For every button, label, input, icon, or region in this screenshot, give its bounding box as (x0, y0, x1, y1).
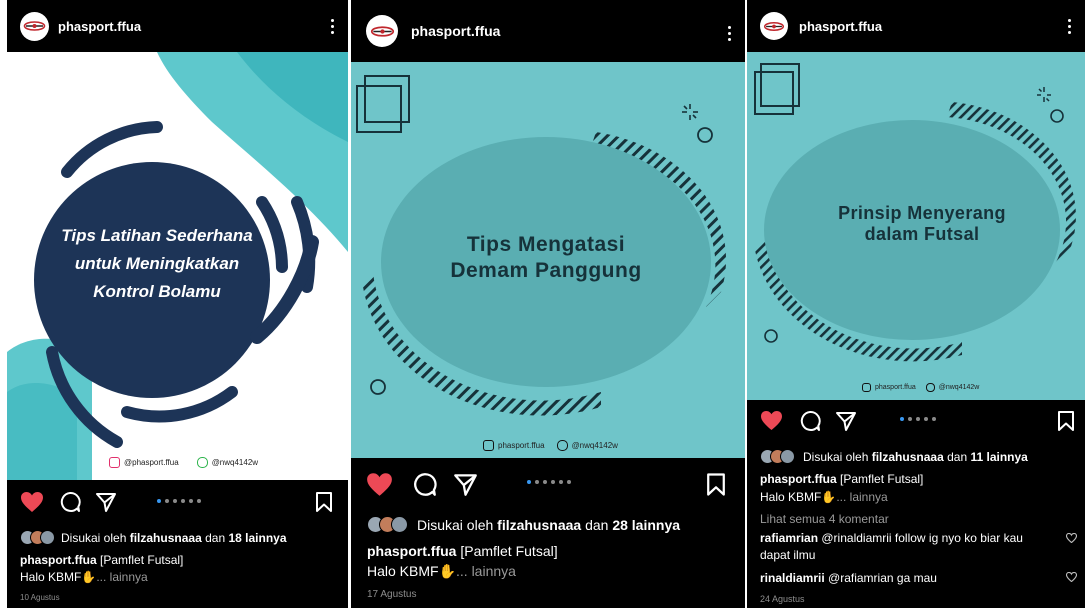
post-3: phasport.ffua Prinsip Menyerang dalam Fu… (747, 0, 1085, 608)
credit-instagram: phasport.ffua (498, 441, 545, 450)
more-options-icon[interactable] (331, 19, 334, 34)
comment-icon[interactable] (799, 410, 821, 432)
username[interactable]: phasport.ffua (799, 19, 882, 34)
bookmark-icon[interactable] (315, 491, 333, 513)
image-title-line: untuk Meningkatkan (74, 254, 240, 273)
avatar[interactable] (366, 15, 398, 47)
caption-line-2: Halo KBMF✋... lainnya (367, 563, 516, 579)
image-credits: phasport.ffua @nwq4142w (483, 440, 618, 451)
post-image: Tips Latihan Sederhana untuk Meningkatka… (7, 52, 348, 480)
more-link[interactable]: ... lainnya (456, 563, 516, 579)
image-title-line: Tips Latihan Sederhana (61, 226, 253, 245)
line-icon (196, 457, 208, 468)
caption-line-2: Halo KBMF✋... lainnya (20, 570, 148, 584)
post-header: phasport.ffua (747, 0, 1085, 52)
avatar[interactable] (20, 11, 49, 41)
post-image: Prinsip Menyerang dalam Futsal phasport.… (747, 52, 1085, 400)
avatar[interactable] (760, 12, 788, 40)
username[interactable]: phasport.ffua (411, 23, 500, 39)
heart-icon[interactable] (366, 472, 393, 497)
share-icon[interactable] (453, 472, 478, 497)
share-icon[interactable] (835, 410, 857, 432)
action-bar (747, 400, 1085, 442)
more-link[interactable]: ... lainnya (96, 570, 147, 584)
heart-icon[interactable] (760, 410, 783, 431)
comment-like-icon[interactable] (1066, 572, 1077, 582)
instagram-icon (862, 383, 871, 392)
image-title-line: Prinsip Menyerang (838, 203, 1006, 223)
caption: phasport.ffua [Pamflet Futsal] (20, 553, 184, 567)
view-all-comments[interactable]: Lihat semua 4 komentar (760, 512, 889, 526)
instagram-icon (109, 457, 120, 468)
image-title-line: Demam Panggung (450, 259, 642, 282)
post-header: phasport.ffua (351, 0, 745, 62)
username[interactable]: phasport.ffua (58, 19, 141, 34)
line-icon (925, 383, 935, 392)
image-title-line: Kontrol Bolamu (93, 282, 221, 301)
carousel-dots (527, 480, 571, 484)
waving-hand-icon: ✋ (821, 490, 837, 504)
post-header: phasport.ffua (7, 0, 348, 52)
caption: phasport.ffua [Pamflet Futsal] (367, 543, 558, 559)
caption-username[interactable]: phasport.ffua (20, 553, 97, 567)
credit-line: @nwq4142w (938, 384, 980, 391)
comment-icon[interactable] (412, 472, 437, 497)
more-options-icon[interactable] (728, 26, 731, 41)
more-link[interactable]: ... lainnya (836, 490, 887, 504)
image-title-line: dalam Futsal (864, 224, 980, 244)
caption-line-2: Halo KBMF✋... lainnya (760, 490, 888, 504)
credit-line: @nwq4142w (211, 458, 259, 467)
post-image: Tips Mengatasi Demam Panggung phasport.f… (351, 62, 745, 458)
caption-username[interactable]: phasport.ffua (760, 472, 837, 486)
comment: rinaldiamrii @rafiamrian ga mau (760, 571, 937, 585)
waving-hand-icon: ✋ (81, 570, 97, 584)
instagram-icon (483, 440, 494, 451)
image-title: Prinsip Menyerang dalam Futsal (797, 203, 1047, 245)
image-title-line: Tips Mengatasi (466, 233, 626, 256)
action-bar (7, 480, 348, 526)
comment: rafiamrian @rinaldiamrii follow ig nyo k… (760, 531, 1023, 545)
post-date: 24 Agustus (760, 594, 805, 604)
more-options-icon[interactable] (1068, 19, 1071, 34)
post-date: 10 Agustus (20, 593, 60, 602)
comment-continued: dapat ilmu (760, 548, 816, 562)
bookmark-icon[interactable] (1057, 410, 1075, 432)
likes-line[interactable]: Disukai oleh filzahusnaaa dan 11 lainnya (760, 449, 1028, 464)
credit-instagram: @phasport.ffua (124, 458, 179, 467)
caption-username[interactable]: phasport.ffua (367, 543, 456, 559)
caption: phasport.ffua [Pamflet Futsal] (760, 472, 924, 486)
bookmark-icon[interactable] (706, 472, 726, 497)
heart-icon[interactable] (20, 491, 44, 513)
comment-icon[interactable] (59, 491, 81, 513)
carousel-dots (157, 499, 201, 503)
image-title: Tips Latihan Sederhana untuk Meningkatka… (47, 222, 267, 306)
line-icon (556, 440, 568, 451)
post-date: 17 Agustus (367, 589, 417, 600)
likes-line[interactable]: Disukai oleh filzahusnaaa dan 18 lainnya (20, 530, 287, 545)
comment-like-icon[interactable] (1066, 533, 1077, 543)
image-credits: @phasport.ffua @nwq4142w (109, 457, 258, 468)
comment-username[interactable]: rinaldiamrii (760, 571, 825, 585)
action-bar (351, 458, 745, 510)
waving-hand-icon: ✋ (438, 563, 457, 579)
likes-line[interactable]: Disukai oleh filzahusnaaa dan 28 lainnya (367, 516, 680, 533)
share-icon[interactable] (95, 491, 117, 513)
credit-instagram: phasport.ffua (875, 384, 916, 391)
post-2: phasport.ffua Tips Mengatasi Demam Pangg… (351, 0, 745, 608)
carousel-dots (900, 417, 936, 421)
credit-line: @nwq4142w (571, 441, 618, 450)
image-credits: phasport.ffua @nwq4142w (862, 383, 979, 392)
post-1: phasport.ffua Tips Latihan Sederhana unt… (7, 0, 348, 608)
image-title: Tips Mengatasi Demam Panggung (411, 232, 681, 284)
comment-username[interactable]: rafiamrian (760, 531, 818, 545)
